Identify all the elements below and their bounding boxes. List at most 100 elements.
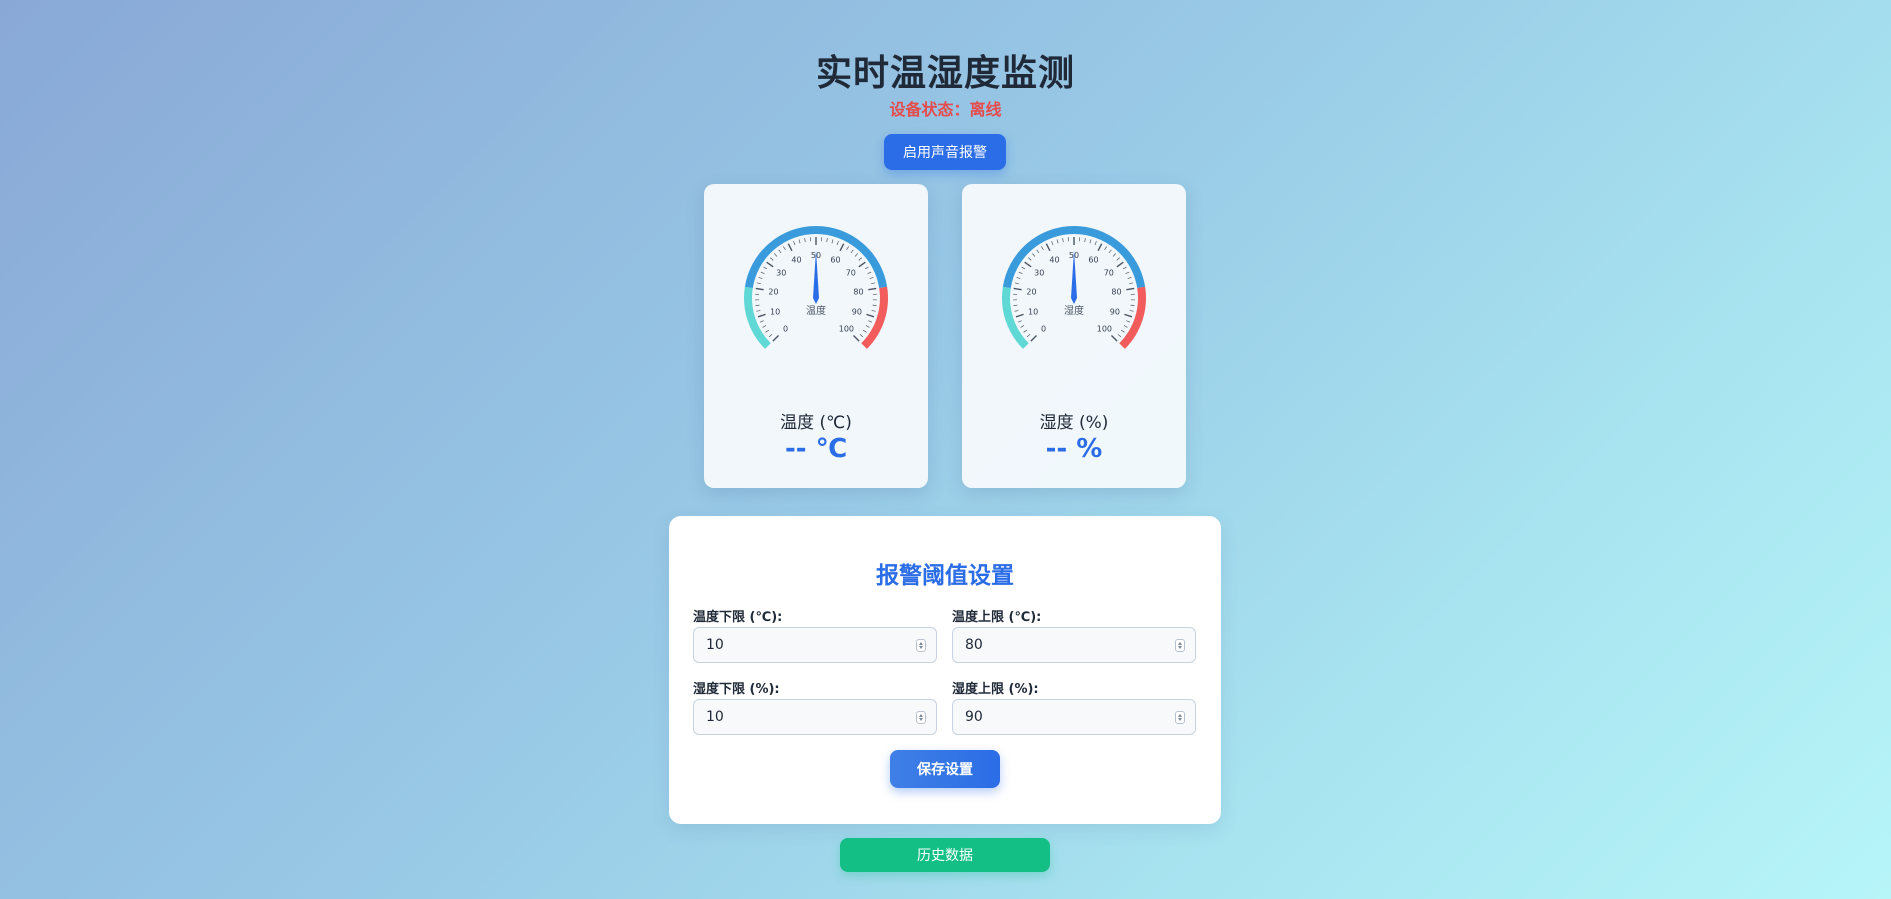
gauge-major-tick: [1013, 287, 1022, 291]
gauge-minor-tick: [1018, 271, 1023, 275]
threshold-settings-panel: 报警阈值设置 温度下限 (℃): 10 温度上限 (℃): 80 湿度下限 (%…: [669, 516, 1221, 824]
humidity-label: 湿度 (%): [1039, 413, 1109, 433]
gauge-minor-tick: [859, 334, 864, 338]
save-settings-button[interactable]: 保存设置: [890, 750, 1000, 788]
gauge-major-tick: [866, 313, 875, 318]
device-status-value: 离线: [969, 100, 1002, 119]
temp-low-input[interactable]: 10: [693, 627, 937, 663]
hum-low-stepper[interactable]: [916, 711, 926, 724]
gauge-minor-tick: [864, 266, 869, 270]
gauge-minor-tick: [846, 246, 849, 251]
settings-title: 报警阈值设置: [876, 563, 1014, 589]
gauge-major-tick: [1024, 261, 1032, 268]
gauge-major-tick: [858, 261, 866, 268]
hum-high-label: 湿度上限 (%):: [952, 682, 1039, 697]
gauge-tick-label: 20: [768, 287, 778, 296]
gauge-minor-tick: [862, 329, 867, 333]
gauge-minor-tick: [1026, 334, 1031, 338]
gauge-minor-tick: [850, 249, 854, 254]
gauge-minor-tick: [798, 239, 801, 244]
gauge-minor-tick: [1041, 246, 1044, 251]
page-title: 实时温湿度监测: [815, 53, 1075, 94]
gauge-tick-label: 30: [1034, 269, 1044, 278]
gauge-tick-label: 40: [1049, 256, 1059, 265]
temperature-value: -- ℃: [784, 434, 848, 464]
gauge-tick-label: 90: [1110, 307, 1120, 316]
gauge-minor-tick: [760, 271, 765, 275]
temperature-card: 0102030405060708090100温度 温度 (℃) -- ℃: [704, 184, 928, 488]
gauge-major-tick: [1110, 334, 1118, 342]
temperature-label: 温度 (℃): [780, 413, 852, 433]
gauge-minor-tick: [1129, 282, 1134, 285]
gauge-minor-tick: [768, 334, 773, 338]
gauge-minor-tick: [1056, 239, 1059, 244]
gauge-minor-tick: [1020, 325, 1025, 328]
gauge-minor-tick: [831, 239, 834, 244]
gauge-minor-tick: [1123, 325, 1128, 328]
gauge-dial-name: 湿度: [1064, 304, 1084, 317]
gauge-minor-tick: [1028, 257, 1032, 261]
gauge-minor-tick: [826, 238, 828, 243]
gauge-minor-tick: [1089, 239, 1092, 244]
humidity-card: 0102030405060708090100湿度 湿度 (%) -- %: [962, 184, 1186, 488]
gauge-minor-tick: [836, 241, 839, 246]
gauge-tick-label: 30: [776, 269, 786, 278]
hum-low-value: 10: [706, 709, 724, 725]
gauge-tick-label: 70: [846, 269, 856, 278]
hum-low-input[interactable]: 10: [693, 699, 937, 735]
gauge-minor-tick: [756, 310, 761, 312]
gauge-minor-tick: [1051, 241, 1054, 246]
gauge-tick-label: 80: [1111, 287, 1121, 296]
gauge-tick-label: 100: [1097, 324, 1112, 333]
gauge-minor-tick: [1120, 329, 1125, 333]
gauge-minor-tick: [1014, 282, 1019, 285]
gauge-minor-tick: [778, 249, 782, 254]
gauge-minor-tick: [1108, 249, 1112, 254]
hum-high-value: 90: [965, 709, 983, 725]
gauge-major-tick: [1126, 287, 1135, 291]
temp-low-stepper[interactable]: [916, 639, 926, 652]
gauge-major-tick: [1045, 243, 1051, 252]
sound-alarm-button[interactable]: 启用声音报警: [884, 134, 1006, 170]
gauge-major-tick: [757, 313, 766, 318]
device-status: 设备状态：离线: [0, 96, 1891, 120]
gauge-tick-label: 90: [852, 307, 862, 316]
gauge-minor-tick: [765, 329, 770, 333]
gauge-minor-tick: [872, 304, 877, 306]
gauge-minor-tick: [759, 320, 764, 323]
gauge-minor-tick: [1021, 266, 1026, 270]
gauge-minor-tick: [1062, 238, 1064, 243]
gauge-tick-label: 20: [1026, 287, 1036, 296]
temp-high-input[interactable]: 80: [952, 627, 1196, 663]
gauge-tick-label: 80: [853, 287, 863, 296]
temp-high-stepper[interactable]: [1175, 639, 1185, 652]
gauge-minor-tick: [763, 266, 768, 270]
hum-high-stepper[interactable]: [1175, 711, 1185, 724]
gauge-minor-tick: [1126, 320, 1131, 323]
hum-high-input[interactable]: 90: [952, 699, 1196, 735]
gauge-minor-tick: [1104, 246, 1107, 251]
gauge-major-tick: [1097, 243, 1103, 252]
temperature-gauge: 0102030405060708090100温度: [744, 226, 888, 349]
gauge-major-tick: [787, 243, 793, 252]
gauge-major-tick: [1116, 261, 1124, 268]
gauge-minor-tick: [1127, 277, 1132, 280]
gauge-minor-tick: [762, 325, 767, 328]
gauge-minor-tick: [770, 257, 774, 261]
gauge-tick-label: 40: [791, 256, 801, 265]
gauge-minor-tick: [804, 238, 806, 243]
gauge-minor-tick: [1036, 249, 1040, 254]
gauge-minor-tick: [1112, 253, 1117, 257]
gauge-minor-tick: [1016, 277, 1021, 280]
temp-low-value: 10: [706, 637, 724, 653]
gauge-major-tick: [852, 334, 860, 342]
gauge-tick-label: 0: [1041, 324, 1046, 333]
gauge-minor-tick: [858, 257, 862, 261]
history-data-button[interactable]: 历史数据: [840, 838, 1050, 872]
gauge-minor-tick: [1017, 320, 1022, 323]
gauge-minor-tick: [773, 253, 778, 257]
gauge-tick-label: 70: [1104, 269, 1114, 278]
gauge-major-tick: [839, 243, 845, 252]
gauge-major-tick: [1015, 313, 1024, 318]
gauge-tick-label: 100: [839, 324, 854, 333]
